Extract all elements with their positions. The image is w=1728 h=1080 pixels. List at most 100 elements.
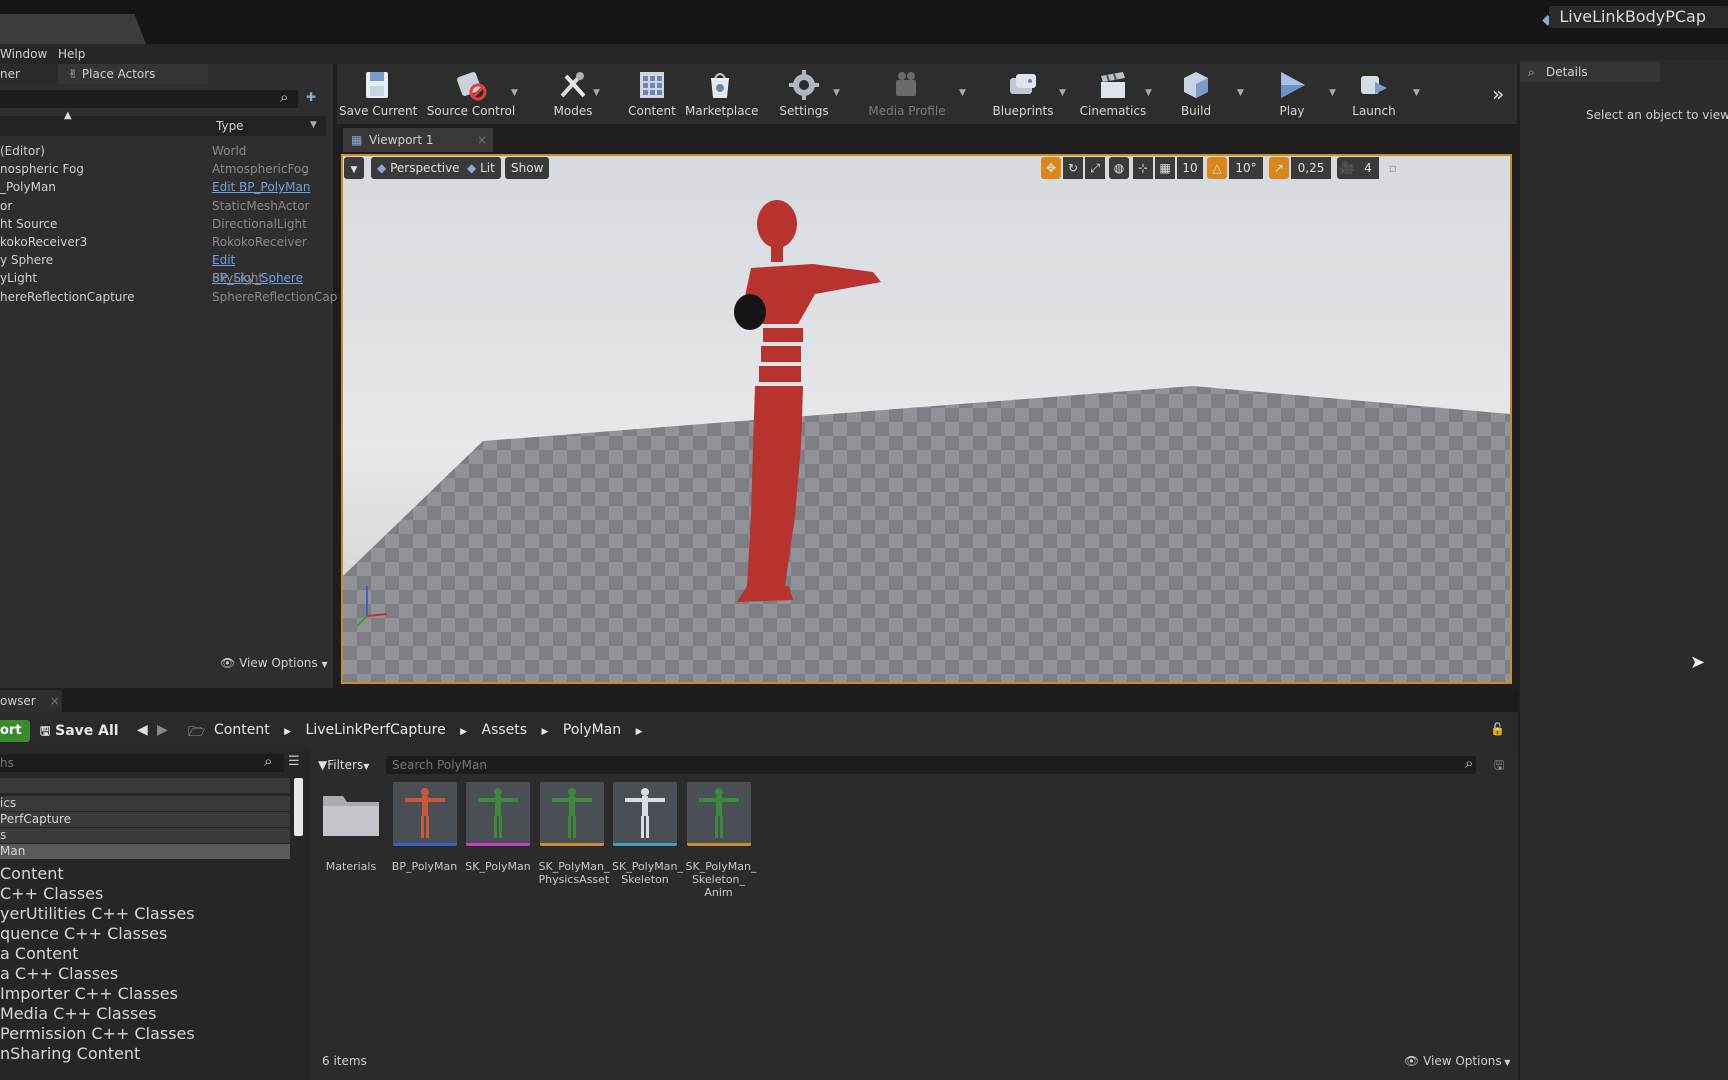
outliner-row[interactable]: _PolyMan Edit BP_PolyMan	[0, 178, 330, 196]
tree-item[interactable]: a Content	[0, 944, 79, 963]
outliner-view-options[interactable]: 👁 View Options ▼	[220, 656, 328, 670]
grid-snap-icon[interactable]: ▦	[1155, 157, 1175, 179]
outliner-row[interactable]: or StaticMeshActor	[0, 197, 330, 215]
save-all-button[interactable]: 🖫 Save All	[40, 720, 119, 742]
save-current-button[interactable]: Save Current	[339, 64, 417, 124]
camera-speed-icon[interactable]: 🎥	[1337, 157, 1357, 179]
breadcrumb-arrow-icon[interactable]: ▶	[284, 727, 291, 737]
media-profile-dropdown-icon[interactable]: ▼	[959, 88, 966, 98]
scale-snap-icon[interactable]: ↗	[1269, 157, 1289, 179]
content-button[interactable]: Content	[619, 64, 685, 124]
outliner-search-input[interactable]	[0, 90, 298, 108]
asset-tile[interactable]: Materials	[318, 782, 384, 873]
tree-item[interactable]: Permission C++ Classes	[0, 1024, 195, 1043]
source-control-dropdown-icon[interactable]: ▼	[511, 88, 518, 98]
tree-item-selected[interactable]: Man	[0, 844, 290, 859]
column-dropdown-icon[interactable]: ▼	[310, 120, 317, 130]
breadcrumb-livelinkperfcapture[interactable]: LiveLinkPerfCapture	[306, 722, 446, 738]
marketplace-button[interactable]: Marketplace	[685, 64, 759, 124]
tab-content-browser[interactable]: owser ×	[0, 690, 62, 712]
asset-view-options[interactable]: 👁 View Options ▼	[1404, 1054, 1510, 1068]
scale-tool-icon[interactable]: ⤢	[1085, 157, 1105, 179]
show-button[interactable]: Show	[505, 157, 550, 179]
tree-item[interactable]: Importer C++ Classes	[0, 984, 178, 1003]
breadcrumb-assets[interactable]: Assets	[482, 722, 528, 738]
tree-item[interactable]: C++ Classes	[0, 884, 103, 903]
grid-snap-value[interactable]: 10	[1177, 157, 1203, 179]
filters-button[interactable]: ▼Filters▼	[318, 756, 369, 774]
outliner-row[interactable]: ht Source DirectionalLight	[0, 215, 330, 233]
type-column-header[interactable]: Type	[216, 119, 244, 133]
pin-icon[interactable]: ✚	[306, 90, 316, 104]
asset-tile[interactable]: SK_PolyMan	[465, 782, 531, 873]
asset-tile[interactable]: SK_PolyMan_ Skeleton	[612, 782, 683, 886]
tree-item[interactable]: s	[0, 828, 290, 843]
rotate-tool-icon[interactable]: ↻	[1063, 157, 1083, 179]
outliner-row[interactable]: yLight SkyLight	[0, 269, 330, 287]
asset-tile[interactable]: BP_PolyMan	[392, 782, 458, 873]
camera-speed-value[interactable]: 4	[1357, 157, 1379, 179]
breadcrumb-arrow-icon[interactable]: ▶	[542, 727, 549, 737]
outliner-row[interactable]: y Sphere Edit BP_Sky_Sphere	[0, 251, 330, 285]
modes-dropdown-icon[interactable]: ▼	[593, 88, 600, 98]
save-search-icon[interactable]: 🖫	[1494, 756, 1504, 777]
list-view-icon[interactable]: ☰	[288, 754, 300, 769]
tree-item[interactable]: PerfCapture	[0, 812, 290, 827]
rotation-snap-icon[interactable]: △	[1207, 157, 1227, 179]
tree-item[interactable]: ics	[0, 796, 290, 811]
world-space-icon[interactable]: ◍	[1109, 157, 1129, 179]
tree-item[interactable]: nSharing Content	[0, 1044, 140, 1063]
asset-tile[interactable]: SK_PolyMan_ Skeleton_ Anim	[686, 782, 756, 899]
tab-viewport[interactable]: ▦ Viewport 1 ×	[343, 128, 493, 152]
media-profile-button[interactable]: Media Profile	[861, 64, 953, 124]
launch-dropdown-icon[interactable]: ▼	[1413, 88, 1420, 98]
tab-world-outliner[interactable]: ner	[0, 64, 58, 84]
breadcrumb-arrow-icon[interactable]: ▶	[460, 727, 467, 737]
rotation-snap-value[interactable]: 10°	[1229, 157, 1263, 179]
viewport-options-button[interactable]: ▼	[344, 157, 364, 179]
menu-help[interactable]: Help	[58, 44, 85, 64]
breadcrumb-arrow-icon[interactable]: ▶	[636, 727, 643, 737]
blueprints-dropdown-icon[interactable]: ▼	[1059, 88, 1066, 98]
close-icon[interactable]: ×	[477, 128, 487, 152]
settings-dropdown-icon[interactable]: ▼	[833, 88, 840, 98]
cinematics-button[interactable]: Cinematics	[1075, 64, 1151, 124]
paths-search-input[interactable]: hs	[0, 754, 284, 772]
launch-button[interactable]: Launch	[1341, 64, 1407, 124]
asset-search-input[interactable]: Search PolyMan	[386, 756, 1476, 774]
view-mode-button[interactable]: ◆ Lit	[461, 157, 501, 179]
play-button[interactable]: Play	[1261, 64, 1323, 124]
sort-ascending-icon[interactable]: ▲	[64, 110, 72, 121]
forward-arrow-icon[interactable]: ▶	[157, 722, 168, 738]
edit-blueprint-link[interactable]: Edit BP_PolyMan	[212, 178, 310, 196]
perspective-button[interactable]: ◆ Perspective	[371, 157, 466, 179]
outliner-row[interactable]: (Editor) World	[0, 142, 330, 160]
menu-window[interactable]: Window	[0, 44, 47, 64]
build-dropdown-icon[interactable]: ▼	[1237, 88, 1244, 98]
back-arrow-icon[interactable]: ◀	[137, 722, 148, 738]
toolbar-overflow-icon[interactable]: »	[1492, 82, 1504, 106]
tree-item[interactable]: Media C++ Classes	[0, 1004, 156, 1023]
level-viewport[interactable]: ▼ ◆ Perspective ◆ Lit Show ✥ ↻ ⤢ ◍ ⊹ ▦ 1…	[341, 154, 1512, 684]
asset-tile[interactable]: SK_PolyMan_ PhysicsAsset	[539, 782, 609, 886]
tree-item[interactable]: a C++ Classes	[0, 964, 118, 983]
translate-tool-icon[interactable]: ✥	[1041, 157, 1061, 179]
play-dropdown-icon[interactable]: ▼	[1329, 88, 1336, 98]
blueprints-button[interactable]: Blueprints	[985, 64, 1061, 124]
outliner-row[interactable]: hereReflectionCapture SphereReflectionCap	[0, 288, 337, 306]
import-button[interactable]: ort ▼	[0, 720, 30, 759]
tree-item[interactable]: yerUtilities C++ Classes	[0, 904, 195, 923]
outliner-row[interactable]: nospheric Fog AtmosphericFog	[0, 160, 330, 178]
maximize-viewport-icon[interactable]: ▫	[1385, 157, 1401, 179]
tab-place-actors[interactable]: ✌ Place Actors	[58, 64, 208, 84]
build-button[interactable]: Build	[1165, 64, 1227, 124]
scale-snap-value[interactable]: 0,25	[1291, 157, 1331, 179]
surface-snap-icon[interactable]: ⊹	[1133, 157, 1153, 179]
tab-details[interactable]: ⌕ Details	[1520, 62, 1660, 82]
outliner-row[interactable]: kokoReceiver3 RokokoReceiver	[0, 233, 330, 251]
scrollbar-thumb[interactable]	[294, 778, 303, 836]
lock-icon[interactable]: 🔓	[1490, 722, 1505, 736]
tree-item[interactable]: Content	[0, 864, 64, 883]
cinematics-dropdown-icon[interactable]: ▼	[1145, 88, 1152, 98]
breadcrumb-content[interactable]: Content	[214, 722, 270, 738]
